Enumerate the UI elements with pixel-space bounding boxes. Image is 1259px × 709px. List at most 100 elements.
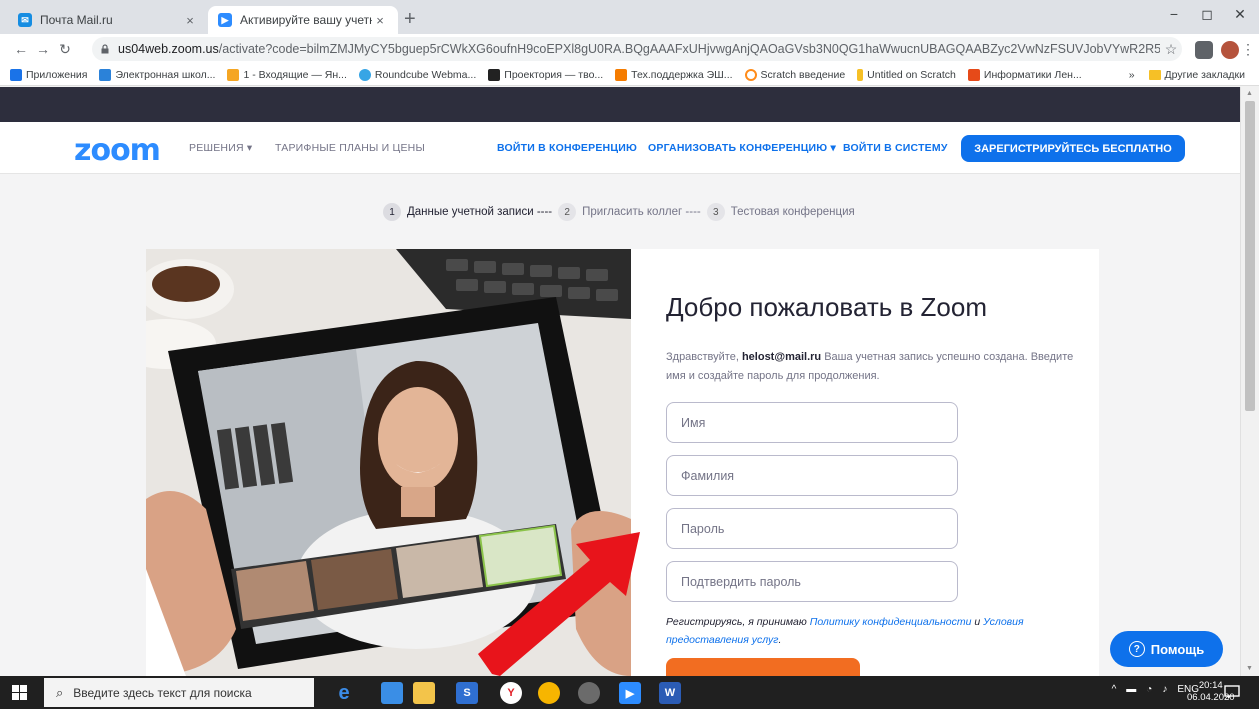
bookmark-label: Тех.поддержка ЭШ... <box>631 68 733 81</box>
browser-toolbar: ← → ↻ us04web.zoom.us/activate?code=bilm… <box>0 34 1259 64</box>
zoom-header: zoom РЕШЕНИЯ ▾ ТАРИФНЫЕ ПЛАНЫ И ЦЕНЫ ВОЙ… <box>0 122 1240 174</box>
notification-icon[interactable] <box>1224 685 1240 699</box>
bookmark-label: Электронная школ... <box>115 68 216 81</box>
url-host: us04web.zoom.us <box>118 42 219 56</box>
zoom-icon: ▶ <box>218 13 232 27</box>
maximize-button[interactable]: ◻ <box>1192 6 1222 23</box>
question-mark-icon: ? <box>1128 641 1145 657</box>
scratch-icon <box>744 68 757 81</box>
yandex-icon[interactable]: Y <box>500 682 522 704</box>
folder-icon <box>1148 70 1161 80</box>
last-name-input[interactable] <box>666 455 958 496</box>
terms-prefix: Регистрируясь, я принимаю <box>666 616 810 628</box>
welcome-message: Здравствуйте, helost@mail.ru Ваша учетна… <box>666 348 1086 386</box>
zoom-app-icon[interactable]: ▶ <box>619 682 641 704</box>
terms-notice: Регистрируясь, я принимаю Политику конфи… <box>666 613 1066 649</box>
help-button[interactable]: ? Помощь <box>1110 631 1223 667</box>
extension-icon[interactable] <box>1195 41 1213 59</box>
tab-mail[interactable]: ✉ Почта Mail.ru × <box>8 6 208 34</box>
menu-dots-icon[interactable]: ⋮ <box>1237 41 1259 58</box>
top-dark-bar <box>0 87 1240 122</box>
step-label: Данные учетной записи ---- <box>407 206 553 218</box>
password-input[interactable] <box>666 508 958 549</box>
step-number: 2 <box>558 203 577 221</box>
step-label: Тестовая конференция <box>730 206 855 218</box>
windows-start-icon[interactable] <box>12 685 27 700</box>
nav-solutions[interactable]: РЕШЕНИЯ ▾ <box>189 142 252 154</box>
nav-pricing[interactable]: ТАРИФНЫЕ ПЛАНЫ И ЦЕНЫ <box>275 142 425 154</box>
informatics-icon <box>967 68 980 81</box>
battery-icon[interactable]: ▬ <box>1126 684 1136 695</box>
bookmark-item[interactable]: Scratch введение <box>744 68 846 81</box>
terms-and: и <box>971 616 984 628</box>
zoom-logo[interactable]: zoom <box>74 133 161 168</box>
bookmark-item[interactable]: Электронная школ... <box>99 68 216 81</box>
scratch-file-icon <box>857 68 864 81</box>
signup-free-button[interactable]: ЗАРЕГИСТРИРУЙТЕСЬ БЕСПЛАТНО <box>961 135 1185 162</box>
nav-sign-in[interactable]: ВОЙТИ В СИСТЕМУ <box>843 142 948 154</box>
help-label: Помощь <box>1150 641 1205 657</box>
scroll-up-icon[interactable]: ▲ <box>1246 90 1253 97</box>
close-tab-icon[interactable]: × <box>182 13 198 28</box>
bookmark-item[interactable]: 1 - Входящие — Ян... <box>227 68 347 81</box>
volume-icon[interactable]: ♪ <box>1162 684 1167 695</box>
bookmark-label: Scratch введение <box>760 68 846 81</box>
first-name-input[interactable] <box>666 402 958 443</box>
tab-zoom-activate[interactable]: ▶ Активируйте вашу учетную запис × <box>208 6 398 34</box>
step-test-meeting: 3 Тестовая конференция <box>706 203 855 221</box>
red-arrow-annotation <box>478 532 640 676</box>
word-icon[interactable]: W <box>659 682 681 704</box>
support-icon <box>615 68 628 81</box>
bookmarks-overflow: » Другие закладки <box>1129 69 1245 81</box>
privacy-policy-link[interactable]: Политику конфиденциальности <box>810 616 972 628</box>
reload-icon[interactable]: ↻ <box>54 41 76 58</box>
terms-period: . <box>778 634 782 646</box>
windows-taskbar: ⌕ Введите здесь текст для поиска e S Y ▶… <box>0 676 1259 709</box>
bookmarks-bar: Приложения Электронная школ... 1 - Входя… <box>0 64 1259 86</box>
other-bookmarks[interactable]: Другие закладки <box>1165 69 1245 81</box>
bookmark-item[interactable]: Тех.поддержка ЭШ... <box>615 68 733 81</box>
scroll-down-icon[interactable]: ▼ <box>1246 665 1253 672</box>
bookmark-label: 1 - Входящие — Ян... <box>243 68 347 81</box>
bookmark-item[interactable]: Информатики Лен... <box>967 68 1082 81</box>
taskbar-search[interactable]: ⌕ Введите здесь текст для поиска <box>44 678 314 707</box>
close-tab-icon[interactable]: × <box>372 13 388 28</box>
confirm-password-input[interactable] <box>666 561 958 602</box>
chrome-icon[interactable] <box>538 682 560 704</box>
address-bar[interactable]: us04web.zoom.us/activate?code=bilmZMJMyC… <box>92 37 1182 61</box>
bookmark-star-icon[interactable]: ☆ <box>1160 41 1182 58</box>
school-icon <box>99 68 112 81</box>
file-explorer-icon[interactable] <box>413 682 435 704</box>
bookmark-item[interactable]: Untitled on Scratch <box>857 68 956 81</box>
bookmark-item[interactable]: Проектория — тво... <box>488 68 603 81</box>
skype-icon[interactable]: S <box>456 682 478 704</box>
tab-title: Активируйте вашу учетную запис <box>240 13 372 27</box>
system-tray: ^ ▬ ◔ ♪ ENG <box>1112 684 1199 695</box>
step-number: 3 <box>706 203 725 221</box>
roundcube-icon <box>358 68 371 81</box>
step-invite-colleagues: 2 Пригласить коллег ---- <box>558 203 701 221</box>
nav-host-meeting[interactable]: ОРГАНИЗОВАТЬ КОНФЕРЕНЦИЮ ▾ <box>648 142 836 154</box>
intro-greeting: Здравствуйте, <box>666 351 742 363</box>
bookmark-label: Roundcube Webma... <box>374 68 477 81</box>
bookmark-apps[interactable]: Приложения <box>10 68 87 81</box>
continue-button[interactable] <box>666 658 860 676</box>
minimize-button[interactable]: − <box>1159 6 1189 22</box>
chevron-up-icon[interactable]: ^ <box>1112 684 1117 695</box>
bookmark-label: Информатики Лен... <box>983 68 1082 81</box>
scrollbar-thumb[interactable] <box>1245 101 1255 411</box>
user-email: helost@mail.ru <box>741 351 822 363</box>
wifi-icon[interactable]: ◔ <box>1146 684 1152 695</box>
bookmarks-more-button[interactable]: » <box>1129 69 1135 81</box>
apps-grid-icon <box>10 68 22 81</box>
new-tab-button[interactable]: + <box>404 8 416 30</box>
nav-join-meeting[interactable]: ВОЙТИ В КОНФЕРЕНЦИЮ <box>497 142 637 154</box>
bookmark-item[interactable]: Roundcube Webma... <box>358 68 477 81</box>
paint-icon[interactable] <box>578 682 600 704</box>
close-window-button[interactable]: ✕ <box>1225 6 1255 23</box>
page-scrollbar[interactable]: ▲ ▼ <box>1240 87 1259 676</box>
mail-app-icon[interactable] <box>381 682 403 704</box>
back-arrow-icon[interactable]: ← <box>10 41 32 57</box>
forward-arrow-icon[interactable]: → <box>32 41 54 57</box>
edge-icon[interactable]: e <box>333 682 355 704</box>
